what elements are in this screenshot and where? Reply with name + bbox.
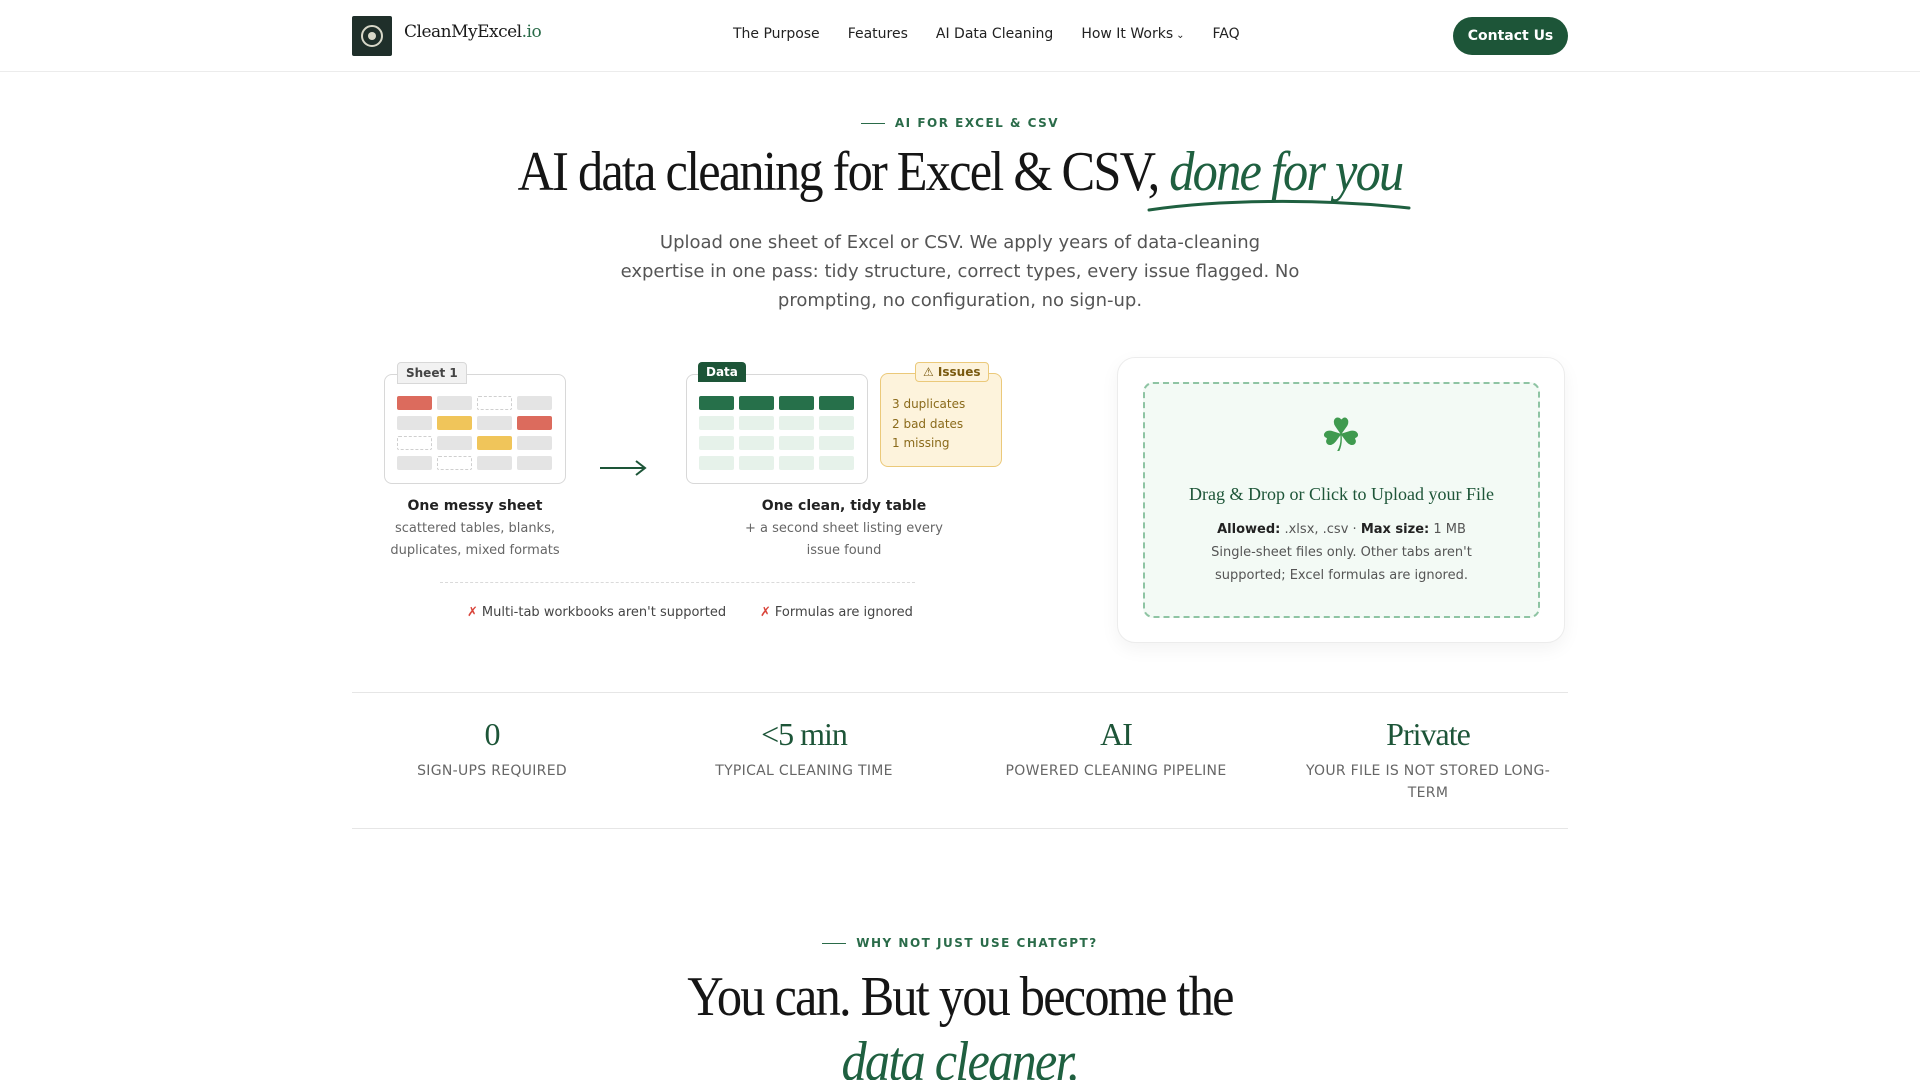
stat-label-signups: SIGN-UPS REQUIRED [417, 763, 567, 779]
stat-label-private: YOUR FILE IS NOT STORED LONG-TERM [1305, 763, 1551, 801]
warning-formulas-text: Formulas are ignored [774, 605, 913, 620]
upload-meta: Allowed: .xlsx, .csv · Max size: 1 MB Si… [1163, 518, 1520, 587]
hero-eyebrow: AI FOR EXCEL & CSV [0, 116, 1920, 130]
warning-multi-tab: ✗ Multi-tab workbooks aren't supported [467, 605, 726, 620]
section2-eyebrow-text: WHY NOT JUST USE CHATGPT? [856, 936, 1098, 950]
nav-link-purpose[interactable]: The Purpose [733, 26, 820, 42]
clean-table-tab: Data [698, 362, 746, 382]
top-nav: CleanMyExcel.io The Purpose Features AI … [0, 0, 1920, 72]
upload-allowed-line: Allowed: .xlsx, .csv · Max size: 1 MB [1163, 518, 1520, 541]
hero-title-emphasis: done for you [1169, 141, 1404, 203]
upload-note-1: Single-sheet files only. Other tabs aren… [1211, 545, 1472, 560]
nav-link-how-it-works-label: How It Works [1081, 26, 1174, 42]
warning-formulas: ✗ Formulas are ignored [760, 605, 913, 620]
issues-tag: ⚠ Issues [915, 362, 989, 382]
upload-note-2: supported; Excel formulas are ignored. [1215, 568, 1468, 583]
clean-table-title: One clean, tidy table [761, 498, 927, 514]
eyebrow-dash [860, 123, 885, 124]
upload-title: Drag & Drop or Click to Upload your File [1189, 484, 1494, 504]
nav-link-how-it-works[interactable]: How It Works ⌄ [1081, 26, 1184, 42]
eyebrow-dash [822, 943, 847, 944]
logo-icon[interactable] [352, 16, 392, 56]
clean-table-sub-2: issue found [806, 543, 882, 558]
nav-links: The Purpose Features AI Data Cleaning Ho… [733, 26, 1240, 42]
stat-value-ai: AI [1100, 716, 1133, 752]
section2-title-emphasis: data cleaner. [841, 1031, 1081, 1080]
stat-value-cleaning-time: <5 min [761, 716, 848, 752]
messy-sheet-title: One messy sheet [407, 498, 543, 514]
stats-divider-bottom [352, 828, 1568, 829]
issue-missing: 1 missing [892, 436, 950, 450]
section2-eyebrow: WHY NOT JUST USE CHATGPT? [0, 936, 1920, 950]
clean-table-sub-1: + a second sheet listing every [745, 521, 943, 536]
logo-text[interactable]: CleanMyExcel.io [404, 22, 542, 42]
allowed-value: .xlsx, .csv · [1284, 522, 1357, 537]
clover-icon: ☘ [1320, 408, 1362, 462]
messy-sheet-sub-2: duplicates, mixed formats [390, 543, 560, 558]
nav-link-faq[interactable]: FAQ [1213, 26, 1240, 42]
divider [440, 582, 915, 583]
messy-sheet-tab: Sheet 1 [397, 362, 467, 384]
messy-sheet-sub-1: scattered tables, blanks, [395, 521, 555, 536]
max-size-label: Max size: [1360, 522, 1430, 537]
cross-icon: ✗ [467, 605, 478, 620]
arrow-right-icon [600, 460, 647, 476]
hero-subtitle: Upload one sheet of Excel or CSV. We app… [620, 232, 1300, 311]
issue-bad-dates: 2 bad dates [892, 417, 964, 431]
stat-label-ai: POWERED CLEANING PIPELINE [1005, 763, 1227, 779]
stat-value-private: Private [1386, 716, 1471, 752]
cross-icon: ✗ [760, 605, 771, 620]
nav-link-features[interactable]: Features [848, 26, 908, 42]
nav-link-ai-data-cleaning[interactable]: AI Data Cleaning [936, 26, 1053, 42]
stat-value-signups: 0 [484, 716, 501, 752]
chevron-down-icon: ⌄ [1176, 30, 1185, 41]
allowed-label: Allowed: [1217, 522, 1281, 537]
stats-divider-top [352, 692, 1568, 693]
issue-duplicates: 3 duplicates [892, 397, 966, 411]
hero-eyebrow-text: AI FOR EXCEL & CSV [894, 116, 1060, 130]
hero-title: AI data cleaning for Excel & CSV, done f… [96, 140, 1824, 204]
max-size-value: 1 MB [1433, 522, 1466, 537]
hero-title-main: AI data cleaning for Excel & CSV, [517, 141, 1161, 203]
warning-multi-tab-text: Multi-tab workbooks aren't supported [481, 605, 727, 620]
section2-title: You can. But you become the [687, 966, 1234, 1028]
stat-label-cleaning-time: TYPICAL CLEANING TIME [715, 763, 893, 779]
contact-us-button[interactable]: Contact Us [1453, 17, 1568, 55]
title-underline-icon [1147, 199, 1411, 212]
